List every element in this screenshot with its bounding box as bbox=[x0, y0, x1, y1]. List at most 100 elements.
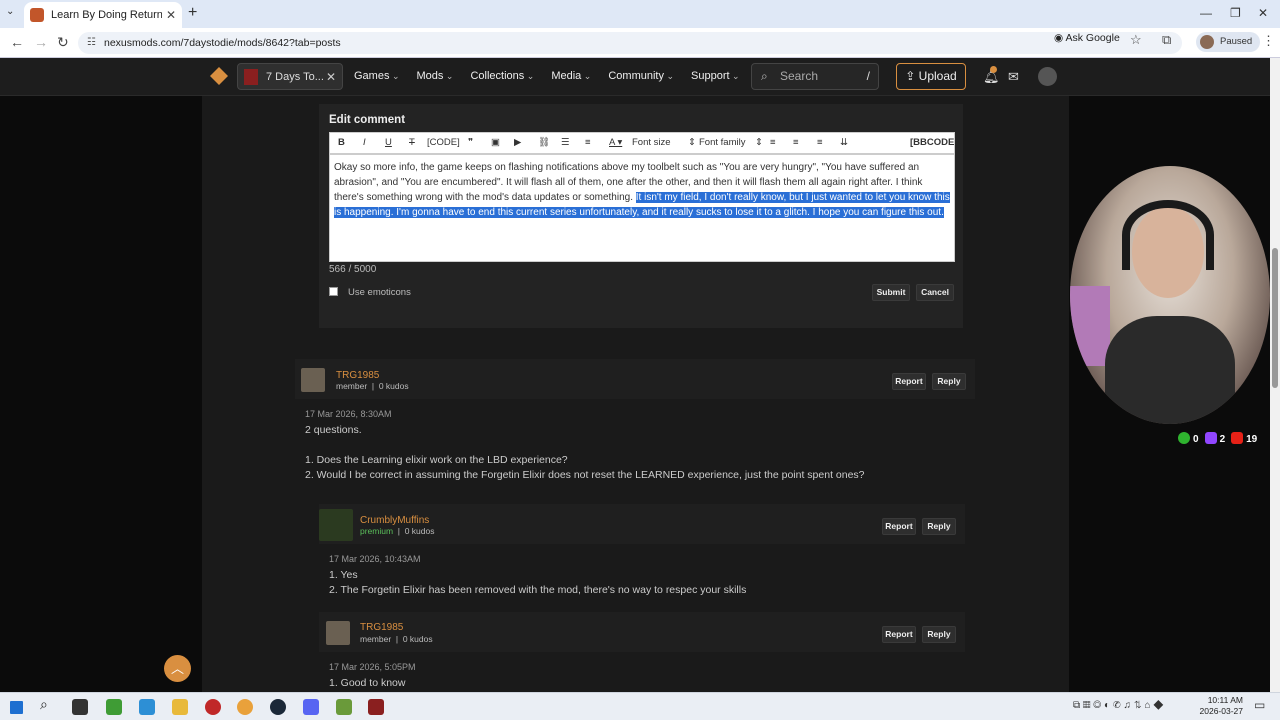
extensions-icon[interactable]: ⧉ bbox=[1162, 32, 1171, 48]
site-info-icon[interactable]: ☷ bbox=[87, 32, 96, 54]
align-left-icon[interactable]: ≡ bbox=[770, 137, 776, 148]
report-button[interactable]: Report bbox=[882, 626, 916, 643]
browser-tab-bar: ⌄ Learn By Doing Returns at 7 Da ✕ + — ❐… bbox=[0, 0, 1280, 28]
link-icon[interactable]: ⛓ bbox=[538, 137, 550, 148]
align-right-icon[interactable]: ≡ bbox=[817, 137, 823, 148]
new-tab-plus-icon[interactable]: + bbox=[188, 4, 197, 22]
windows-start-icon[interactable] bbox=[10, 701, 23, 714]
steam-icon[interactable] bbox=[270, 699, 286, 715]
site-search-input[interactable]: ⌕ Search / bbox=[751, 63, 879, 90]
twitch-count: 2 bbox=[1219, 434, 1226, 445]
comment-editor-textarea[interactable]: Okay so more info, the game keeps on fla… bbox=[329, 154, 955, 262]
font-color-icon[interactable]: A ▾ bbox=[609, 137, 622, 148]
lens-icon: ◉ bbox=[1054, 32, 1066, 44]
report-button[interactable]: Report bbox=[892, 373, 926, 390]
forward-arrow-icon[interactable]: → bbox=[34, 34, 48, 50]
reload-icon[interactable]: ↻ bbox=[57, 34, 69, 51]
url-field[interactable]: ☷ nexusmods.com/7daystodie/mods/8642?tab… bbox=[78, 32, 1182, 54]
numbered-list-icon[interactable]: ≡ bbox=[585, 137, 591, 148]
minimize-icon[interactable]: — bbox=[1200, 6, 1212, 20]
tray-icons[interactable]: ⧉ ▦ ◎ ◐ ✆ ♫ ⇅ ⌂ ◆ bbox=[1073, 700, 1163, 711]
upload-button[interactable]: ⇪ Upload bbox=[896, 63, 966, 90]
nav-support[interactable]: Support bbox=[691, 70, 740, 82]
nav-community[interactable]: Community bbox=[608, 70, 674, 82]
tab-close-icon[interactable]: ✕ bbox=[166, 8, 176, 22]
main-nav: Games Mods Collections Media Community S… bbox=[354, 70, 740, 82]
page-scrollbar[interactable] bbox=[1270, 58, 1280, 692]
reply-button[interactable]: Reply bbox=[922, 518, 956, 535]
browser-menu-icon[interactable]: ⋮ bbox=[1262, 33, 1275, 49]
strikethrough-button[interactable]: T bbox=[409, 137, 415, 148]
video-icon[interactable]: ▶ bbox=[514, 137, 521, 148]
use-emoticons-label: Use emoticons bbox=[348, 287, 411, 298]
align-center-icon[interactable]: ≡ bbox=[793, 137, 799, 148]
quote-button[interactable]: ❞ bbox=[468, 137, 473, 148]
bullet-list-icon[interactable]: ☰ bbox=[561, 137, 570, 148]
avatar[interactable] bbox=[301, 368, 325, 392]
report-button[interactable]: Report bbox=[882, 518, 916, 535]
close-window-icon[interactable]: ✕ bbox=[1258, 6, 1268, 20]
back-to-top-button[interactable]: ︿ bbox=[164, 655, 191, 682]
use-emoticons-checkbox[interactable] bbox=[329, 287, 338, 296]
profile-button[interactable]: Paused bbox=[1196, 32, 1261, 52]
file-explorer-icon[interactable] bbox=[172, 699, 188, 715]
comment-author[interactable]: CrumblyMuffins bbox=[360, 515, 429, 526]
minecraft-icon[interactable] bbox=[106, 699, 122, 715]
code-button[interactable]: [CODE] bbox=[427, 137, 460, 148]
seven-days-game-icon[interactable] bbox=[368, 699, 384, 715]
notifications-bell-icon[interactable]: 🔔︎ bbox=[983, 66, 1000, 85]
editor-toolbar: B I U T [CODE] ❞ ▣ ▶ ⛓ ☰ ≡ A ▾ Font size… bbox=[329, 132, 955, 154]
restore-icon[interactable]: ❐ bbox=[1230, 6, 1241, 20]
submit-button[interactable]: Submit bbox=[872, 284, 910, 301]
bookmark-star-icon[interactable]: ☆ bbox=[1130, 32, 1142, 48]
avatar[interactable] bbox=[319, 509, 353, 541]
image-icon[interactable]: ▣ bbox=[491, 137, 500, 148]
align-justify-icon[interactable]: ⇊ bbox=[840, 137, 848, 148]
cancel-button[interactable]: Cancel bbox=[916, 284, 954, 301]
author-role: member bbox=[336, 381, 368, 391]
nav-media[interactable]: Media bbox=[551, 70, 591, 82]
bold-button[interactable]: B bbox=[338, 137, 345, 148]
chrome-icon[interactable] bbox=[237, 699, 253, 715]
comment-author[interactable]: TRG1985 bbox=[336, 370, 379, 381]
nexus-logo-icon[interactable] bbox=[210, 67, 228, 85]
avatar[interactable] bbox=[326, 621, 350, 645]
notification-center-icon[interactable]: ▭ bbox=[1254, 698, 1265, 712]
app-icon[interactable] bbox=[205, 699, 221, 715]
nav-mods[interactable]: Mods bbox=[417, 70, 454, 82]
browser-tab[interactable]: Learn By Doing Returns at 7 Da ✕ bbox=[24, 2, 182, 28]
nav-games[interactable]: Games bbox=[354, 70, 400, 82]
clear-game-icon[interactable]: ✕ bbox=[326, 70, 336, 84]
game-selector[interactable]: 7 Days To... ✕ bbox=[237, 63, 343, 90]
discord-icon[interactable] bbox=[303, 699, 319, 715]
bbcode-toggle[interactable]: [BBCODE bbox=[910, 137, 954, 148]
upload-label: Upload bbox=[918, 69, 957, 83]
messages-mail-icon[interactable]: ✉ bbox=[1008, 69, 1019, 85]
ask-google-button[interactable]: ◉ Ask Google bbox=[1054, 32, 1120, 44]
game-name: 7 Days To... bbox=[266, 70, 324, 83]
underline-button[interactable]: U bbox=[385, 137, 392, 148]
font-family-stepper-icon[interactable]: ⇕ bbox=[755, 137, 763, 148]
comment-author[interactable]: TRG1985 bbox=[360, 622, 403, 633]
scrollbar-thumb[interactable] bbox=[1272, 248, 1278, 388]
stream-stats: 0 2 19 bbox=[1178, 432, 1257, 445]
xbox-viewers: 0 bbox=[1178, 432, 1199, 445]
author-role: premium bbox=[360, 526, 394, 536]
task-view-icon[interactable] bbox=[72, 699, 88, 715]
font-size-stepper-icon[interactable]: ⇕ bbox=[688, 137, 696, 148]
italic-button[interactable]: I bbox=[363, 137, 366, 148]
search-placeholder: Search bbox=[780, 69, 819, 83]
tab-search-chevron-icon[interactable]: ⌄ bbox=[6, 6, 14, 17]
taskbar-clock[interactable]: 10:11 AM 2026-03-27 bbox=[1195, 695, 1243, 717]
reply-header bbox=[319, 612, 965, 652]
font-family-select[interactable]: Font family bbox=[699, 137, 745, 148]
nav-collections[interactable]: Collections bbox=[470, 70, 534, 82]
app-icon[interactable] bbox=[139, 699, 155, 715]
app-icon[interactable] bbox=[336, 699, 352, 715]
taskbar-search-icon[interactable]: ⌕ bbox=[40, 696, 48, 712]
reply-button[interactable]: Reply bbox=[932, 373, 966, 390]
user-avatar[interactable] bbox=[1038, 67, 1057, 86]
font-size-select[interactable]: Font size bbox=[632, 137, 671, 148]
reply-button[interactable]: Reply bbox=[922, 626, 956, 643]
back-arrow-icon[interactable]: ← bbox=[10, 34, 24, 50]
